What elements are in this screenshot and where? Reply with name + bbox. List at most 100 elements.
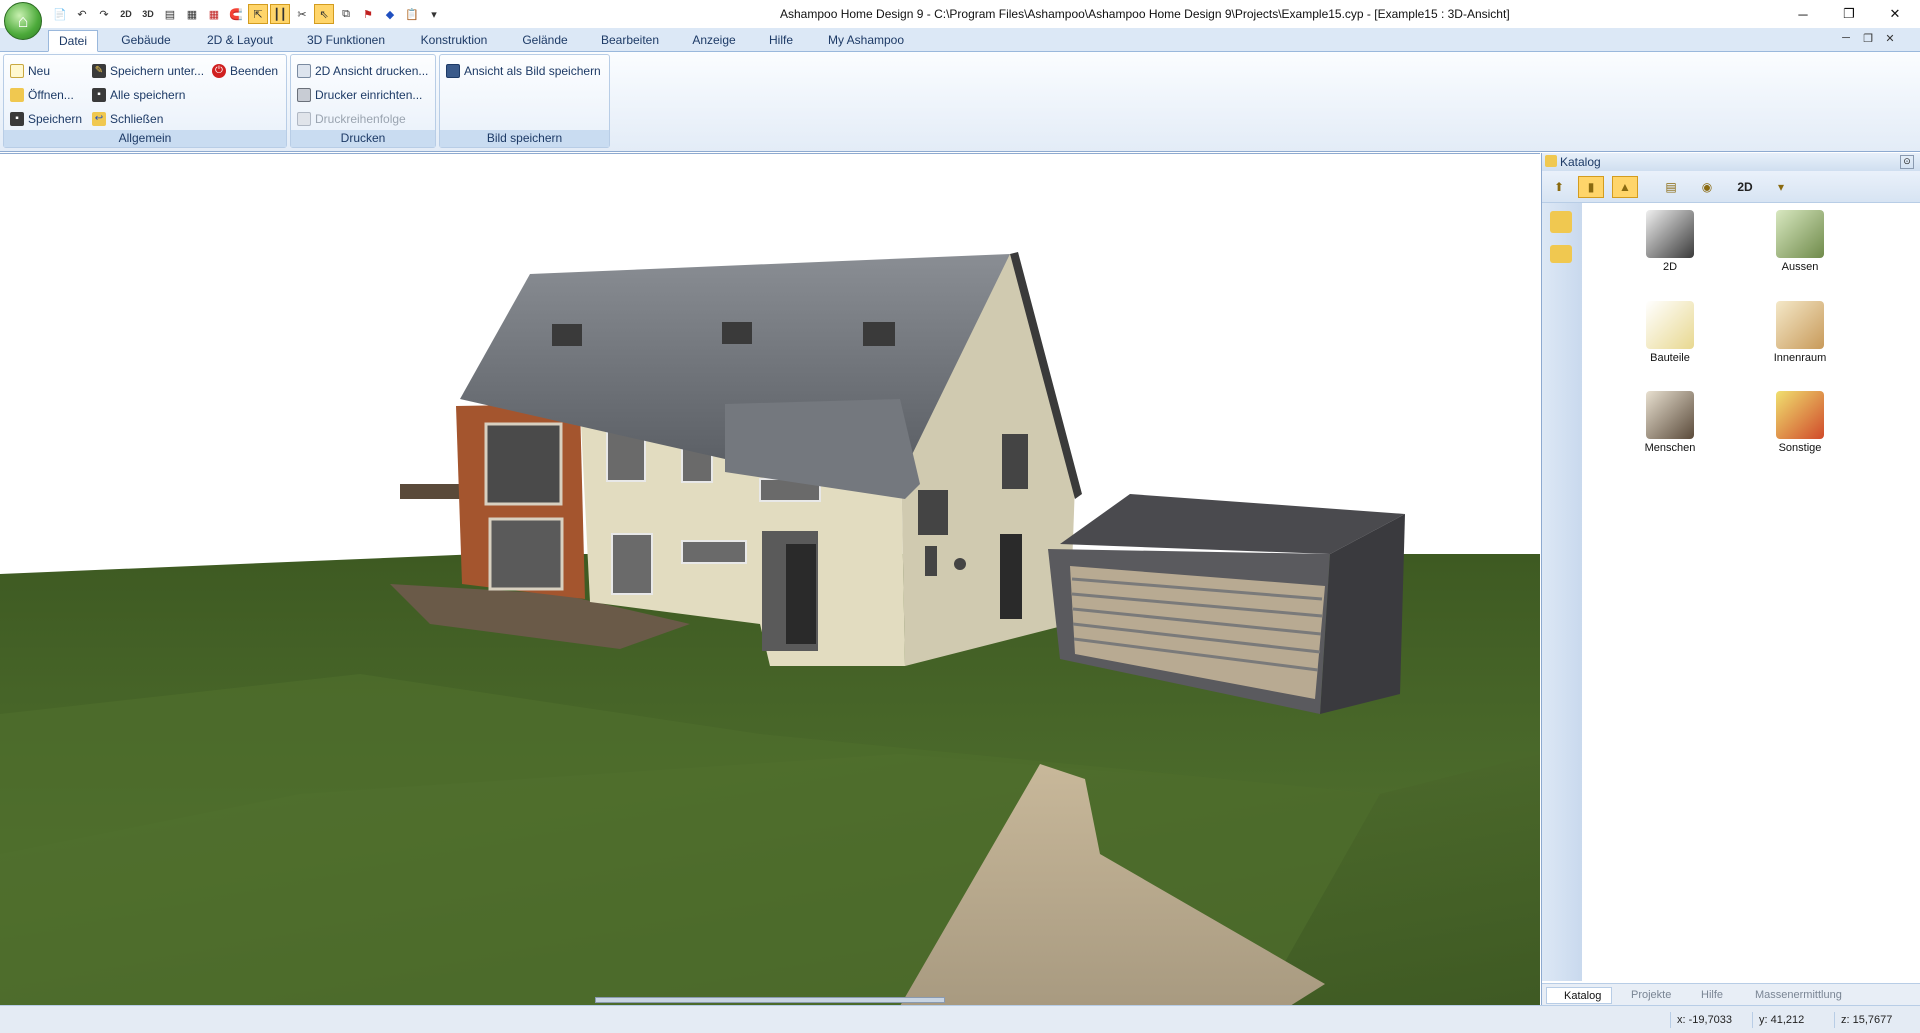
tab-anzeige[interactable]: Anzeige: [682, 30, 746, 52]
catalog-shapes-icon[interactable]: ▲: [1612, 176, 1638, 198]
group-allgemein: Neu Öffnen... ▪ Speichern ✎ Speichern unte…: [3, 54, 287, 148]
tab-massenermittlung[interactable]: Massenermittlung: [1738, 987, 1850, 1004]
columns-icon[interactable]: ┃┃: [270, 4, 290, 24]
minimize-button[interactable]: ─: [1780, 0, 1826, 28]
flag-icon[interactable]: ⚑: [358, 4, 378, 24]
tab-katalog[interactable]: Katalog: [1546, 987, 1612, 1004]
magnet-icon[interactable]: 🧲: [226, 4, 246, 24]
skylight-1: [552, 324, 582, 346]
close-button[interactable]: ✕: [1872, 0, 1918, 28]
exit-label: Beenden: [230, 64, 279, 78]
catalog-folder-icon[interactable]: ▮: [1578, 176, 1604, 198]
favorites-icon[interactable]: [1550, 211, 1572, 233]
catalog-item-aussen[interactable]: Aussen: [1755, 210, 1845, 290]
catalog-list-icon[interactable]: ▤: [1658, 176, 1684, 198]
save-all-button[interactable]: ▪ Alle speichern: [92, 85, 185, 105]
catalog-open-icon[interactable]: ▾: [1768, 176, 1794, 198]
view-resize-handle[interactable]: [595, 997, 945, 1003]
catalog-up-icon[interactable]: ⬆: [1546, 176, 1572, 198]
window-4: [681, 540, 747, 564]
layout-icon[interactable]: ▤: [160, 4, 180, 24]
catalog-item-label: Innenraum: [1773, 352, 1827, 364]
close-folder-icon: ↩: [92, 112, 106, 126]
exit-button[interactable]: ⏻ Beenden: [212, 61, 278, 81]
customize-qat-icon[interactable]: ▾: [424, 4, 444, 24]
ribbon-panel: Neu Öffnen... ▪ Speichern ✎ Speichern unte…: [0, 52, 1920, 152]
tab-2d-layout[interactable]: 2D & Layout: [196, 30, 284, 52]
patio-door: [611, 533, 653, 595]
save-button[interactable]: ▪ Speichern: [10, 109, 82, 129]
save-as-button[interactable]: ✎ Speichern unter...: [92, 61, 204, 81]
tab-3d-funktionen[interactable]: 3D Funktionen: [300, 30, 392, 52]
mdi-minimize-button[interactable]: ─: [1836, 32, 1856, 48]
save-label: Speichern: [28, 112, 83, 126]
print-2d-button[interactable]: 2D Ansicht drucken...: [297, 61, 428, 81]
save-view-as-image-label: Ansicht als Bild speichern: [464, 64, 601, 78]
3d-view-icon[interactable]: 3D: [138, 4, 158, 24]
people-category-icon: [1646, 391, 1694, 439]
new-icon[interactable]: 📄: [50, 4, 70, 24]
select-icon[interactable]: ⇱: [248, 4, 268, 24]
coord-y: y: 41,212: [1752, 1012, 1832, 1028]
copy-icon[interactable]: ⧉: [336, 4, 356, 24]
catalog-item-label: 2D: [1662, 261, 1678, 273]
catalog-2d-icon[interactable]: 2D: [1732, 176, 1758, 198]
tab-gebaeude[interactable]: Gebäude: [112, 30, 180, 52]
tab-my-ashampoo[interactable]: My Ashampoo: [818, 30, 914, 52]
restore-button[interactable]: ❐: [1826, 0, 1872, 28]
2d-category-icon: [1646, 210, 1694, 258]
catalog-item-menschen[interactable]: Menschen: [1625, 391, 1715, 471]
scissor-icon[interactable]: ✂: [292, 4, 312, 24]
undo-icon[interactable]: ↶: [72, 4, 92, 24]
eraser-icon[interactable]: ◆: [380, 4, 400, 24]
pin-icon[interactable]: ⊙: [1900, 155, 1914, 169]
catalog-item-bauteile[interactable]: Bauteile: [1625, 301, 1715, 381]
new-button[interactable]: Neu: [10, 61, 50, 81]
save-as-icon: ✎: [92, 64, 106, 78]
tab-hilfe[interactable]: Hilfe: [758, 30, 804, 52]
save-all-icon: ▪: [92, 88, 106, 102]
front-door: [786, 544, 816, 644]
mdi-close-button[interactable]: ✕: [1880, 32, 1900, 48]
tab-konstruktion[interactable]: Konstruktion: [410, 30, 498, 52]
2d-view-icon[interactable]: 2D: [116, 4, 136, 24]
tab-datei[interactable]: Datei: [48, 30, 98, 52]
ribbon-tabs: Datei Gebäude 2D & Layout 3D Funktionen …: [0, 28, 1920, 52]
pointer-icon[interactable]: ⇖: [314, 4, 334, 24]
paste-icon[interactable]: 📋: [402, 4, 422, 24]
redo-icon[interactable]: ↷: [94, 4, 114, 24]
catalog-toolbar: ⬆ ▮ ▲ ▤ ◉ 2D ▾: [1542, 171, 1920, 203]
group-drucken: 2D Ansicht drucken... Drucker einrichten…: [290, 54, 436, 148]
printer-setup-button[interactable]: Drucker einrichten...: [297, 85, 422, 105]
grid-icon[interactable]: ▦: [204, 4, 224, 24]
catalog-item-2d[interactable]: 2D: [1625, 210, 1715, 290]
folder-sidebar-icon[interactable]: [1550, 245, 1572, 263]
group-label-drucken: Drucken: [291, 130, 435, 147]
coord-x: x: -19,7033: [1670, 1012, 1750, 1028]
app-menu-button[interactable]: ⌂: [4, 2, 42, 40]
3d-scene[interactable]: [0, 154, 1540, 1005]
tab-projekte[interactable]: Projekte: [1614, 987, 1682, 1004]
3d-viewport[interactable]: [0, 153, 1540, 1005]
group-label-bild-speichern: Bild speichern: [440, 130, 609, 147]
print-order-button[interactable]: Druckreihenfolge: [297, 109, 406, 129]
catalog-globe-icon[interactable]: ◉: [1694, 176, 1720, 198]
group-label-allgemein: Allgemein: [4, 130, 286, 147]
tab-hilfe-panel[interactable]: Hilfe: [1684, 987, 1736, 1004]
mdi-restore-button[interactable]: ❐: [1858, 32, 1878, 48]
catalog-item-innenraum[interactable]: Innenraum: [1755, 301, 1845, 381]
catalog-panel: Katalog ⊙ ⬆ ▮ ▲ ▤ ◉ 2D ▾ 2D Aussen Baute…: [1541, 153, 1920, 1005]
image-save-icon: [446, 64, 460, 78]
close-project-button[interactable]: ↩ Schließen: [92, 109, 163, 129]
tab-gelaende[interactable]: Gelände: [512, 30, 578, 52]
side-window-1: [918, 490, 948, 535]
tab-bearbeiten[interactable]: Bearbeiten: [592, 30, 668, 52]
open-button[interactable]: Öffnen...: [10, 85, 74, 105]
round-window: [954, 558, 966, 570]
catalog-sidebar: [1542, 203, 1582, 981]
catalog-tab-strip: Katalog Projekte Hilfe Massenermittlung: [1542, 983, 1920, 1005]
window-title: Ashampoo Home Design 9 - C:\Program File…: [780, 7, 1510, 21]
catalog-item-sonstige[interactable]: Sonstige: [1755, 391, 1845, 471]
table-icon[interactable]: ▦: [182, 4, 202, 24]
save-view-as-image-button[interactable]: Ansicht als Bild speichern: [446, 61, 601, 81]
